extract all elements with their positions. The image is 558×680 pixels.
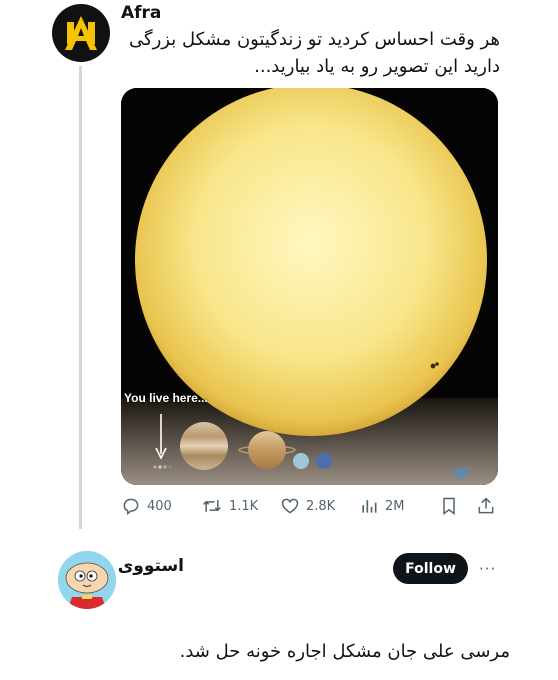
reply-text: مرسی علی جان مشکل اجاره خونه حل شد.: [179, 641, 510, 662]
author-avatar[interactable]: [52, 4, 110, 62]
image-caption: You live here...: [124, 391, 208, 405]
views-count: 2M: [385, 498, 405, 514]
like-icon: [281, 498, 299, 514]
tweet-text: هر وقت احساس کردید تو زندگیتون مشکل بزرگ…: [128, 26, 500, 80]
repost-count: 1.1K: [229, 498, 259, 514]
tweet-text-line-1: هر وقت احساس کردید تو زندگیتون مشکل بزرگ…: [129, 29, 500, 50]
tweet-media-image[interactable]: [121, 88, 498, 485]
like-count: 2.8K: [306, 498, 336, 514]
repost-action[interactable]: 1.1K: [201, 496, 258, 516]
stewie-avatar-image: [58, 551, 116, 609]
reply-count: 400: [147, 498, 172, 514]
bookmark-icon: [443, 497, 455, 515]
more-icon[interactable]: ···: [479, 560, 496, 578]
follow-button[interactable]: Follow: [393, 553, 468, 584]
share-action[interactable]: [476, 496, 496, 516]
reply-action[interactable]: 400: [121, 496, 172, 516]
share-icon: [478, 497, 494, 514]
views-icon: [362, 500, 377, 513]
tweet-text-line-2: دارید این تصویر رو به یاد بیارید...: [254, 56, 500, 77]
sun-planets-image: [121, 88, 498, 485]
reply-icon: [123, 498, 139, 515]
repost-icon: [203, 500, 221, 512]
like-action[interactable]: 2.8K: [280, 496, 335, 516]
thread-line: [79, 66, 82, 529]
reply-author-name[interactable]: استووی: [118, 556, 184, 576]
views-action[interactable]: 2M: [359, 496, 405, 516]
afra-logo-icon: [61, 13, 101, 53]
tweet-actions: 400 1.1K 2.8K 2M: [121, 496, 498, 518]
reply-author-avatar[interactable]: [58, 551, 116, 609]
bookmark-action[interactable]: [440, 496, 458, 516]
author-name[interactable]: Afra: [121, 3, 161, 23]
